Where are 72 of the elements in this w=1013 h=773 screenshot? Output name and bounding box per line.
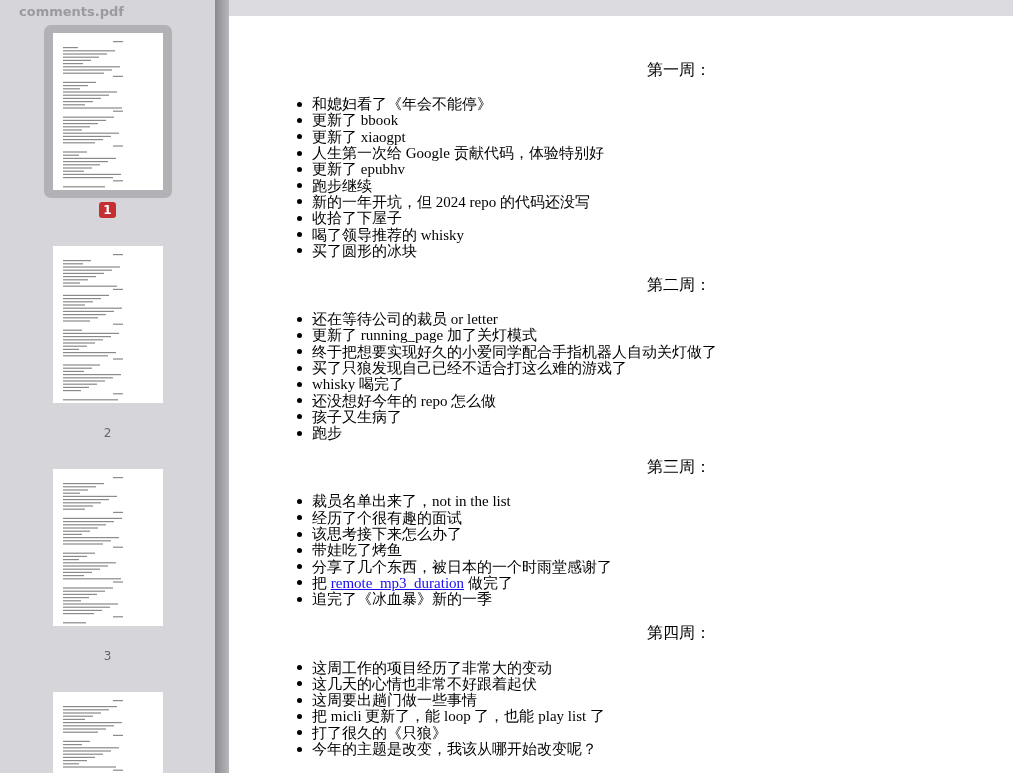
bullet-icon: [297, 381, 302, 387]
bullet-icon: [297, 580, 302, 586]
bullet-icon: [297, 349, 302, 355]
bullet-icon: [297, 414, 302, 420]
bullet-icon: [297, 430, 302, 436]
list-item: 把 micli 更新了，能 loop 了，也能 play list 了: [312, 708, 605, 725]
bullet-icon: [297, 150, 302, 156]
bullet-icon: [297, 215, 302, 221]
list-item: 更新了 xiaogpt: [312, 128, 406, 145]
list-item: 跑步继续: [312, 177, 372, 194]
list-item: 还在等待公司的裁员 or letter: [312, 311, 498, 328]
bullet-icon: [297, 248, 302, 254]
section-heading: 第三周：: [647, 458, 711, 476]
list-item: 喝了领导推荐的 whisky: [312, 226, 465, 243]
list-item: 该思考接下来怎么办了: [312, 526, 462, 543]
list-item: 分享了几个东西，被日本的一个时雨堂感谢了: [312, 558, 612, 575]
bullet-icon: [297, 681, 302, 687]
list-item: 跑步: [312, 425, 342, 442]
document-title: comments.pdf: [19, 4, 124, 19]
bullet-icon: [297, 713, 302, 719]
bullet-icon: [297, 166, 302, 172]
page-number: 3: [102, 648, 113, 664]
list-item: 买了只狼发现自己已经不适合打这么难的游戏了: [312, 360, 627, 376]
page-thumbnail[interactable]: [43, 25, 172, 198]
list-item: 更新了 epubhv: [312, 161, 405, 178]
page-number: 1: [99, 202, 116, 218]
list-item: 孩子又生病了: [312, 408, 402, 425]
bullet-icon: [297, 183, 302, 189]
list-item: 这周要出趟门做一些事情: [312, 692, 477, 709]
page-number: 2: [102, 425, 113, 441]
bullet-icon: [297, 316, 302, 322]
bullet-icon: [297, 134, 302, 140]
bullet-icon: [297, 332, 302, 338]
bullet-icon: [297, 515, 302, 521]
list-item: 买了圆形的冰块: [312, 242, 417, 259]
list-item: 更新了 bbook: [312, 112, 399, 129]
section-heading: 第一周：: [647, 61, 711, 78]
list-item: 今年的主题是改变，我该从哪开始改变呢？: [312, 741, 597, 758]
bullet-icon: [297, 730, 302, 736]
bullet-icon: [297, 564, 302, 570]
bullet-icon: [297, 101, 302, 107]
list-item: 这周工作的项目经历了非常大的变动: [312, 659, 552, 676]
list-item: 裁员名单出来了，not in the list: [312, 493, 511, 510]
list-item: 终于把想要实现好久的小爱同学配合手指机器人自动关灯做了: [312, 343, 717, 360]
bullet-icon: [297, 365, 302, 371]
bullet-icon: [297, 499, 302, 504]
list-item: 更新了 running_page 加了关灯模式: [312, 327, 537, 344]
bullet-icon: [297, 547, 302, 553]
bullet-icon: [297, 697, 302, 703]
list-item: 还没想好今年的 repo 怎么做: [312, 392, 497, 409]
list-item: 收拾了下屋子: [312, 210, 402, 227]
bullet-icon: [297, 665, 302, 671]
bullet-icon: [297, 746, 302, 752]
link[interactable]: remote_mp3_duration: [330, 574, 465, 591]
bullet-icon: [297, 199, 302, 205]
list-item: 带娃吃了烤鱼: [312, 542, 402, 559]
bullet-icon: [297, 596, 302, 602]
bullet-icon: [297, 117, 302, 123]
bullet-icon: [297, 531, 302, 537]
list-item: 新的一年开坑，但 2024 repo 的代码还没写: [312, 193, 590, 210]
section-heading: 第二周：: [647, 275, 711, 293]
bullet-icon: [297, 232, 302, 237]
list-item: 人生第一次给 Google 贡献代码，体验特别好: [312, 145, 604, 162]
list-item: 把 remote_mp3_duration 做完了: [312, 574, 513, 591]
list-item: 和媳妇看了《年会不能停》: [312, 96, 492, 113]
section-heading: 第四周：: [647, 624, 711, 642]
list-item: 追完了《冰血暴》新的一季: [312, 591, 492, 608]
list-item: whisky 喝完了: [312, 376, 405, 393]
list-item: 经历了个很有趣的面试: [312, 509, 462, 526]
list-item: 这几天的心情也非常不好跟着起伏: [312, 675, 537, 692]
list-item: 打了很久的《只狼》: [312, 724, 447, 741]
bullet-icon: [297, 398, 302, 404]
